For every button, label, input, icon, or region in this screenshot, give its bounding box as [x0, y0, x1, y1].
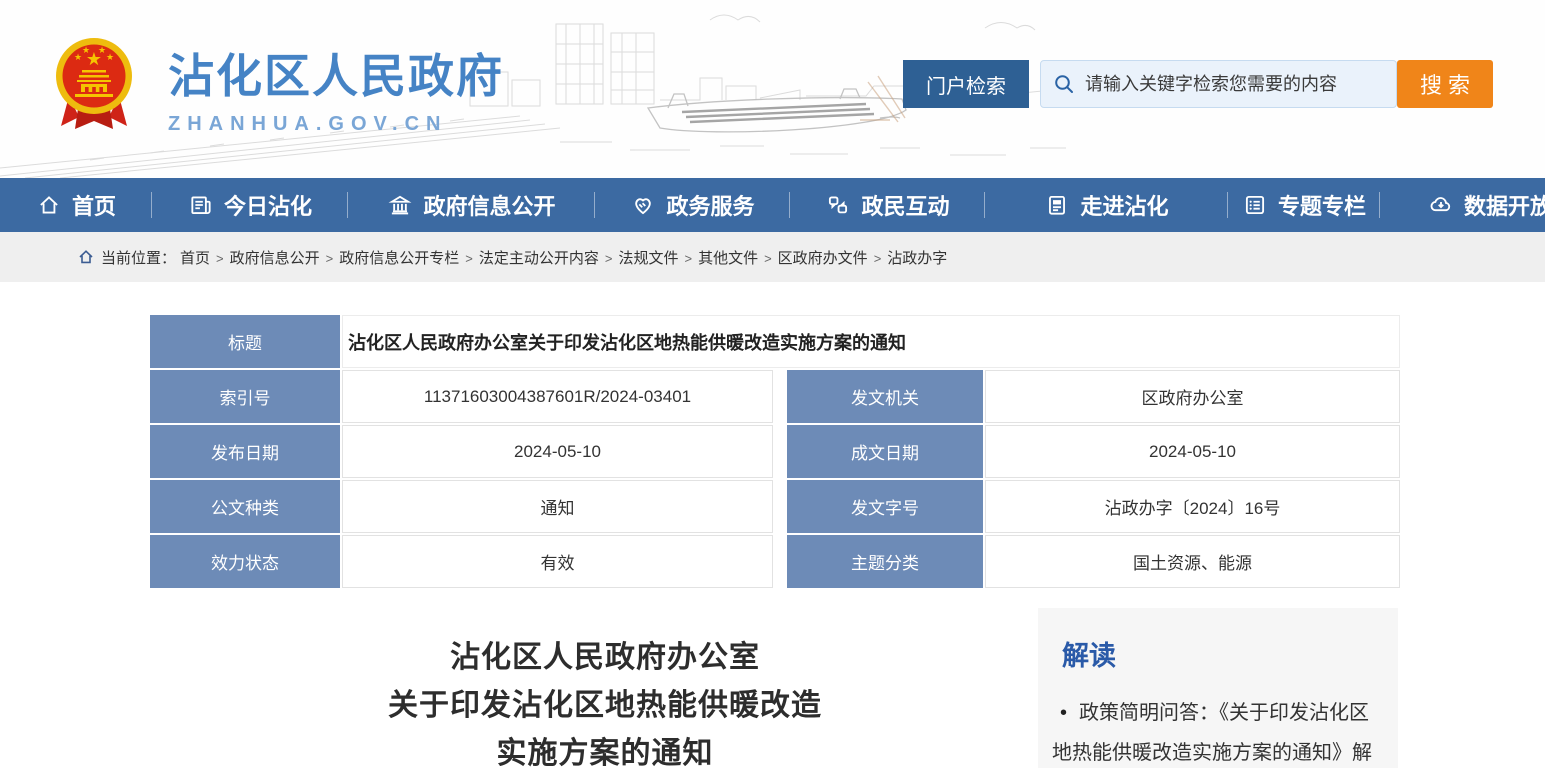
breadcrumb-location-label: 当前位置： — [101, 247, 176, 268]
government-webpage: ★ ★ ★ ★ ★ 沾化区人民政府 — [0, 0, 1545, 768]
interpretation-sidebar: 解读 政策简明问答：《关于印发沾化区地热能供暖改造实施方案的通知》解读 — [1038, 608, 1398, 768]
svg-text:★: ★ — [98, 45, 106, 55]
table-row: 公文种类 通知 发文字号 沾政办字〔2024〕16号 — [150, 480, 1400, 533]
heart-handshake-icon — [630, 192, 656, 218]
site-name: 沾化区人民政府 — [168, 40, 504, 106]
main-navigation: 首页 今日沾化 政府信息公开 — [0, 178, 1545, 232]
interpretation-link[interactable]: 政策简明问答：《关于印发沾化区地热能供暖改造实施方案的通知》解读 — [1052, 693, 1382, 768]
publish-date-value: 2024-05-10 — [342, 425, 773, 478]
nav-item-special-topics[interactable]: 专题专栏 — [1228, 178, 1380, 232]
document-title-line2: 关于印发沾化区地热能供暖改造 — [170, 682, 1040, 730]
index-number-value: 11371603004387601R/2024-03401 — [342, 370, 773, 423]
svg-text:★: ★ — [106, 52, 114, 62]
nav-item-home[interactable]: 首页 — [0, 178, 152, 232]
breadcrumb-home-icon — [78, 249, 94, 265]
topic-category-value: 国土资源、能源 — [985, 535, 1400, 588]
breadcrumb-item-zhanzhengbanzi[interactable]: 沾政办字 — [887, 247, 947, 268]
breadcrumb-item-other-documents[interactable]: 其他文件 — [698, 247, 778, 268]
news-icon — [188, 192, 214, 218]
portal-search-button[interactable]: 门户检索 — [903, 60, 1029, 108]
list-icon — [1242, 192, 1268, 218]
nav-item-public-interaction[interactable]: 政民互动 — [790, 178, 985, 232]
publish-date-label: 发布日期 — [150, 425, 340, 478]
table-row: 索引号 11371603004387601R/2024-03401 发文机关 区… — [150, 370, 1400, 423]
document-title-line1: 沾化区人民政府办公室 — [170, 634, 1040, 682]
table-row-title: 标题 沾化区人民政府办公室关于印发沾化区地热能供暖改造实施方案的通知 — [150, 315, 1400, 368]
topic-category-label: 主题分类 — [787, 535, 983, 588]
issuing-agency-label: 发文机关 — [787, 370, 983, 423]
table-row: 发布日期 2024-05-10 成文日期 2024-05-10 — [150, 425, 1400, 478]
breadcrumb-item-statutory-content[interactable]: 法定主动公开内容 — [479, 247, 619, 268]
breadcrumb-item-district-office-docs[interactable]: 区政府办文件 — [778, 247, 888, 268]
svg-text:★: ★ — [74, 52, 82, 62]
table-row: 效力状态 有效 主题分类 国土资源、能源 — [150, 535, 1400, 588]
validity-status-value: 有效 — [342, 535, 773, 588]
nav-label: 首页 — [72, 189, 116, 221]
document-number-label: 发文字号 — [787, 480, 983, 533]
validity-status-label: 效力状态 — [150, 535, 340, 588]
national-emblem-icon: ★ ★ ★ ★ ★ — [55, 36, 133, 133]
nav-item-gov-services[interactable]: 政务服务 — [595, 178, 790, 232]
nav-label: 专题专栏 — [1278, 189, 1366, 221]
written-date-value: 2024-05-10 — [985, 425, 1400, 478]
written-date-label: 成文日期 — [787, 425, 983, 478]
breadcrumb-item-info-disclosure[interactable]: 政府信息公开 — [230, 247, 340, 268]
site-domain: ZHANHUA.GOV.CN — [168, 113, 504, 136]
nav-label: 走进沾化 — [1080, 189, 1168, 221]
document-title: 沾化区人民政府办公室 关于印发沾化区地热能供暖改造 实施方案的通知 — [170, 634, 1040, 768]
document-title-line3: 实施方案的通知 — [170, 730, 1040, 768]
site-logo[interactable]: ★ ★ ★ ★ ★ 沾化区人民政府 — [0, 0, 520, 150]
site-header: ★ ★ ★ ★ ★ 沾化区人民政府 — [0, 0, 1545, 178]
document-type-label: 公文种类 — [150, 480, 340, 533]
home-icon — [36, 192, 62, 218]
search-box — [1040, 60, 1397, 108]
nav-item-info-disclosure[interactable]: 政府信息公开 — [348, 178, 595, 232]
cloud-download-icon — [1428, 192, 1454, 218]
document-number-value: 沾政办字〔2024〕16号 — [985, 480, 1400, 533]
breadcrumb: 当前位置： 首页 政府信息公开 政府信息公开专栏 法定主动公开内容 法规文件 其… — [0, 232, 1545, 282]
breadcrumb-item-disclosure-column[interactable]: 政府信息公开专栏 — [339, 247, 479, 268]
svg-text:★: ★ — [82, 45, 90, 55]
document-type-value: 通知 — [342, 480, 773, 533]
title-value-cell: 沾化区人民政府办公室关于印发沾化区地热能供暖改造实施方案的通知 — [342, 315, 1400, 368]
search-button[interactable]: 搜 索 — [1397, 60, 1493, 108]
nav-item-open-data[interactable]: 数据开放 — [1380, 178, 1545, 232]
nav-item-today-zhanhua[interactable]: 今日沾化 — [152, 178, 348, 232]
search-icon — [1053, 73, 1075, 95]
nav-label: 政务服务 — [666, 189, 754, 221]
chat-bubbles-icon — [825, 192, 851, 218]
index-number-label: 索引号 — [150, 370, 340, 423]
title-label-cell: 标题 — [150, 315, 340, 368]
nav-item-about-zhanhua[interactable]: 走进沾化 — [985, 178, 1228, 232]
nav-label: 政民互动 — [861, 189, 949, 221]
issuing-agency-value: 区政府办公室 — [985, 370, 1400, 423]
interpretation-heading: 解读 — [1062, 634, 1382, 673]
breadcrumb-item-regulations[interactable]: 法规文件 — [618, 247, 698, 268]
government-building-icon — [387, 192, 413, 218]
breadcrumb-item-home[interactable]: 首页 — [180, 247, 230, 268]
nav-label: 今日沾化 — [224, 189, 312, 221]
nav-label: 政府信息公开 — [423, 189, 555, 221]
document-metadata-table: 标题 沾化区人民政府办公室关于印发沾化区地热能供暖改造实施方案的通知 索引号 1… — [150, 315, 1400, 590]
nav-label: 数据开放 — [1464, 189, 1545, 221]
search-input[interactable] — [1085, 74, 1384, 95]
document-icon — [1044, 192, 1070, 218]
